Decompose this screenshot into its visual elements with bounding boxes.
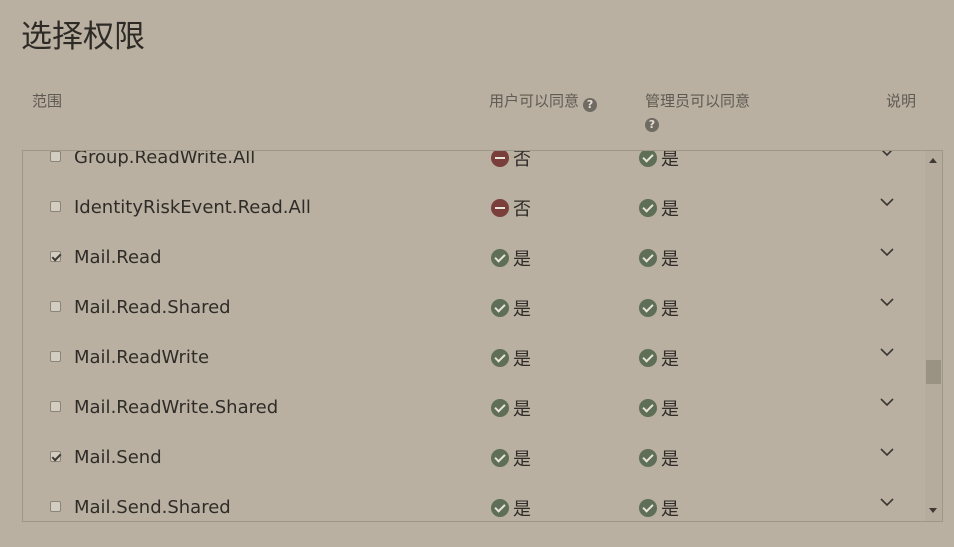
scrollbar-thumb[interactable] [926, 360, 941, 384]
permission-row: Mail.ReadWrite 是 是 [23, 334, 923, 384]
permission-checkbox[interactable] [50, 301, 61, 312]
admin-consent-status: 是 [639, 196, 679, 220]
check-circle-icon [491, 399, 509, 417]
column-header-admin-consent: 管理员可以同意? [645, 90, 751, 132]
permission-scope-name: Mail.Send.Shared [74, 497, 231, 518]
permission-checkbox[interactable] [50, 151, 61, 162]
permission-row: Mail.Send 是 是 [23, 434, 923, 484]
admin-consent-status-label: 是 [661, 151, 679, 170]
permissions-panel: 选择权限 范围 用户可以同意? 管理员可以同意? 说明 Group.ReadWr… [0, 0, 954, 547]
admin-consent-status: 是 [639, 496, 679, 520]
admin-consent-status: 是 [639, 246, 679, 270]
permission-row: Mail.Read 是 是 [23, 234, 923, 284]
help-icon[interactable]: ? [645, 118, 659, 132]
permission-checkbox[interactable] [50, 451, 61, 462]
user-consent-status: 是 [491, 446, 531, 470]
permission-checkbox[interactable] [50, 401, 61, 412]
check-circle-icon [639, 249, 657, 267]
check-circle-icon [491, 499, 509, 517]
permission-scope-name: Mail.Read.Shared [74, 297, 231, 318]
check-circle-icon [491, 349, 509, 367]
permission-scope-name: Mail.ReadWrite.Shared [74, 397, 279, 418]
permission-checkbox[interactable] [50, 501, 61, 512]
permission-scope-name: Mail.Send [74, 447, 162, 468]
check-circle-icon [639, 399, 657, 417]
check-circle-icon [639, 199, 657, 217]
chevron-down-icon[interactable] [880, 248, 894, 261]
column-header-scope: 范围 [32, 92, 63, 110]
admin-consent-status-label: 是 [661, 299, 679, 320]
permission-row: IdentityRiskEvent.Read.All 否 是 [23, 184, 923, 234]
check-circle-icon [639, 449, 657, 467]
check-circle-icon [491, 299, 509, 317]
user-consent-status-label: 否 [513, 199, 531, 220]
blocked-circle-icon [491, 151, 509, 167]
permission-row: Mail.ReadWrite.Shared 是 是 [23, 384, 923, 434]
user-consent-status-label: 是 [513, 249, 531, 270]
admin-consent-status: 是 [639, 296, 679, 320]
user-consent-status: 是 [491, 346, 531, 370]
admin-consent-status-label: 是 [661, 499, 679, 520]
column-header-user-consent-label: 用户可以同意 [489, 92, 580, 110]
permission-row: Group.ReadWrite.All 否 是 [23, 151, 923, 184]
admin-consent-status: 是 [639, 446, 679, 470]
permission-checkbox[interactable] [50, 251, 61, 262]
chevron-down-icon[interactable] [880, 398, 894, 411]
permission-scope-name: Group.ReadWrite.All [74, 151, 256, 168]
permissions-list-viewport: Group.ReadWrite.All 否是 IdentityRiskEvent.R… [23, 151, 923, 521]
user-consent-status: 否 [491, 196, 531, 220]
admin-consent-status-label: 是 [661, 399, 679, 420]
user-consent-status: 是 [491, 296, 531, 320]
user-consent-status: 是 [491, 396, 531, 420]
chevron-down-icon[interactable] [880, 498, 894, 511]
user-consent-status-label: 是 [513, 399, 531, 420]
check-circle-icon [491, 249, 509, 267]
user-consent-status: 否 [491, 151, 531, 170]
column-header-user-consent: 用户可以同意? [489, 90, 598, 112]
page-title: 选择权限 [21, 19, 145, 55]
column-header-description: 说明 [886, 92, 917, 110]
chevron-down-icon[interactable] [880, 448, 894, 461]
check-circle-icon [639, 349, 657, 367]
chevron-down-icon[interactable] [880, 348, 894, 361]
blocked-circle-icon [491, 199, 509, 217]
chevron-down-icon[interactable] [880, 298, 894, 311]
admin-consent-status: 是 [639, 396, 679, 420]
chevron-down-icon[interactable] [880, 198, 894, 211]
permission-rows: Group.ReadWrite.All 否是 IdentityRiskEvent.R… [23, 151, 923, 521]
admin-consent-status: 是 [639, 346, 679, 370]
admin-consent-status: 是 [639, 151, 679, 170]
permission-checkbox[interactable] [50, 351, 61, 362]
user-consent-status-label: 是 [513, 299, 531, 320]
user-consent-status-label: 是 [513, 349, 531, 370]
permission-row: Mail.Send.Shared 是 是 [23, 484, 923, 521]
admin-consent-status-label: 是 [661, 349, 679, 370]
user-consent-status-label: 是 [513, 499, 531, 520]
chevron-down-icon[interactable] [880, 151, 893, 161]
user-consent-status-label: 否 [513, 151, 531, 170]
permission-scope-name: Mail.ReadWrite [74, 347, 210, 368]
user-consent-status: 是 [491, 496, 531, 520]
vertical-scrollbar[interactable] [925, 151, 942, 521]
check-circle-icon [639, 151, 657, 167]
admin-consent-status-label: 是 [661, 249, 679, 270]
scroll-down-arrow-icon[interactable] [929, 508, 937, 513]
user-consent-status: 是 [491, 246, 531, 270]
help-icon[interactable]: ? [583, 98, 598, 112]
permission-checkbox[interactable] [50, 201, 61, 212]
check-circle-icon [639, 499, 657, 517]
admin-consent-status-label: 是 [661, 199, 679, 220]
permission-scope-name: Mail.Read [74, 247, 162, 268]
scroll-up-arrow-icon[interactable] [929, 158, 937, 163]
permission-row: Mail.Read.Shared 是 是 [23, 284, 923, 334]
permissions-list: Group.ReadWrite.All 否是 IdentityRiskEvent.R… [22, 150, 943, 522]
column-header-admin-consent-label: 管理员可以同意 [645, 92, 751, 110]
check-circle-icon [491, 449, 509, 467]
permission-scope-name: IdentityRiskEvent.Read.All [74, 197, 311, 218]
user-consent-status-label: 是 [513, 449, 531, 470]
check-circle-icon [639, 299, 657, 317]
admin-consent-status-label: 是 [661, 449, 679, 470]
